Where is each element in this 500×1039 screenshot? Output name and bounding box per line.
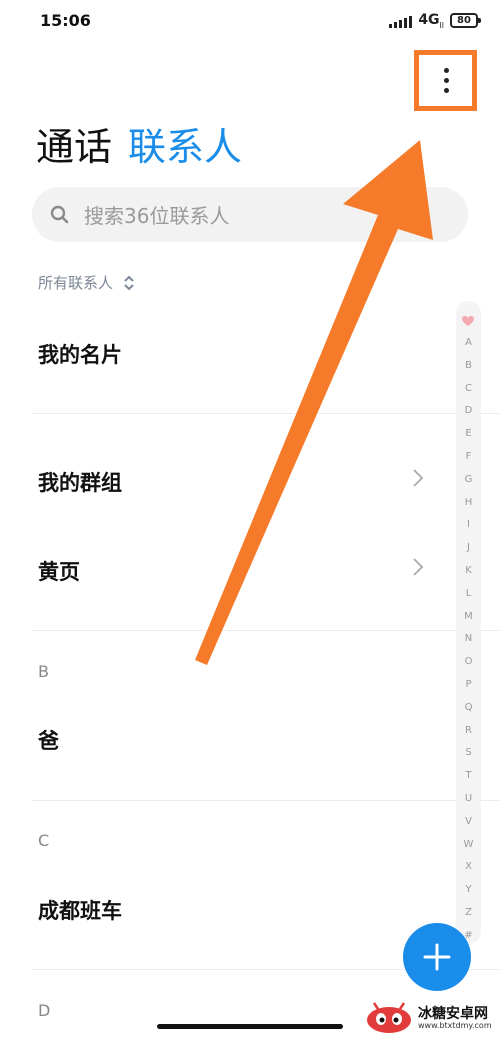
contact-item[interactable]: 爸 [38, 725, 59, 755]
contact-item[interactable]: 成都班车 [38, 895, 122, 925]
tab-calls[interactable]: 通话 [36, 116, 112, 171]
index-letter-s[interactable]: S [456, 747, 481, 759]
my-card-item[interactable]: 我的名片 [38, 339, 122, 369]
header-tabs: 通话 联系人 [36, 116, 242, 171]
divider [32, 413, 500, 414]
watermark: 冰糖安卓网 www.btxtdmy.com [364, 998, 500, 1039]
index-letter-q[interactable]: Q [456, 702, 481, 714]
index-letter-y[interactable]: Y [456, 884, 481, 896]
index-letter-p[interactable]: P [456, 679, 481, 691]
index-letter-d[interactable]: D [456, 405, 481, 417]
section-header-d: D [38, 1001, 51, 1020]
section-header-b: B [38, 662, 49, 681]
section-header-c: C [38, 831, 50, 850]
index-letter-k[interactable]: K [456, 565, 481, 577]
divider [32, 630, 500, 631]
divider [32, 800, 500, 801]
add-contact-button[interactable] [403, 923, 471, 991]
index-letter-u[interactable]: U [456, 793, 481, 805]
index-letter-m[interactable]: M [456, 611, 481, 623]
signal-icon [389, 14, 413, 28]
filter-label: 所有联系人 [38, 274, 114, 292]
index-letter-e[interactable]: E [456, 428, 481, 440]
index-letter-r[interactable]: R [456, 725, 481, 737]
index-letter-v[interactable]: V [456, 816, 481, 828]
index-letter-b[interactable]: B [456, 360, 481, 372]
my-groups-item[interactable]: 我的群组 [38, 467, 122, 497]
heart-icon[interactable] [461, 315, 475, 327]
more-vert-icon [443, 67, 449, 73]
network-type: 4Gll [418, 12, 444, 30]
index-letter-l[interactable]: L [456, 588, 481, 600]
battery-icon: 80 [450, 13, 481, 29]
status-time: 15:06 [40, 11, 91, 30]
plus-icon [423, 943, 451, 971]
index-letter-j[interactable]: J [456, 542, 481, 554]
watermark-title: 冰糖安卓网 [418, 1005, 488, 1022]
index-letter-x[interactable]: X [456, 861, 481, 873]
chevron-right-icon [413, 469, 424, 487]
status-bar: 15:06 4Gll 80 [0, 0, 500, 44]
index-letter-o[interactable]: O [456, 656, 481, 668]
index-letter-w[interactable]: W [456, 839, 481, 851]
chevron-right-icon [413, 558, 424, 576]
more-options-button[interactable] [426, 60, 466, 100]
search-input[interactable]: 搜索36位联系人 [32, 187, 468, 242]
status-indicators: 4Gll 80 [389, 12, 481, 30]
index-letter-h[interactable]: H [456, 497, 481, 509]
tab-contacts[interactable]: 联系人 [128, 116, 242, 171]
watermark-logo-icon [367, 1001, 411, 1033]
index-letter-t[interactable]: T [456, 770, 481, 782]
index-letter-z[interactable]: Z [456, 907, 481, 919]
search-placeholder: 搜索36位联系人 [84, 204, 230, 228]
search-icon [50, 205, 69, 223]
contacts-filter[interactable]: 所有联系人 [38, 272, 135, 293]
index-letter-a[interactable]: A [456, 337, 481, 349]
index-letter-c[interactable]: C [456, 383, 481, 395]
index-letter-n[interactable]: N [456, 633, 481, 645]
watermark-url: www.btxtdmy.com [418, 1020, 492, 1030]
index-letter-i[interactable]: I [456, 519, 481, 531]
index-letter-f[interactable]: F [456, 451, 481, 463]
sort-toggle-icon [124, 275, 134, 290]
home-indicator[interactable] [157, 1024, 343, 1029]
index-letter-g[interactable]: G [456, 474, 481, 486]
yellow-pages-item[interactable]: 黄页 [38, 556, 80, 586]
